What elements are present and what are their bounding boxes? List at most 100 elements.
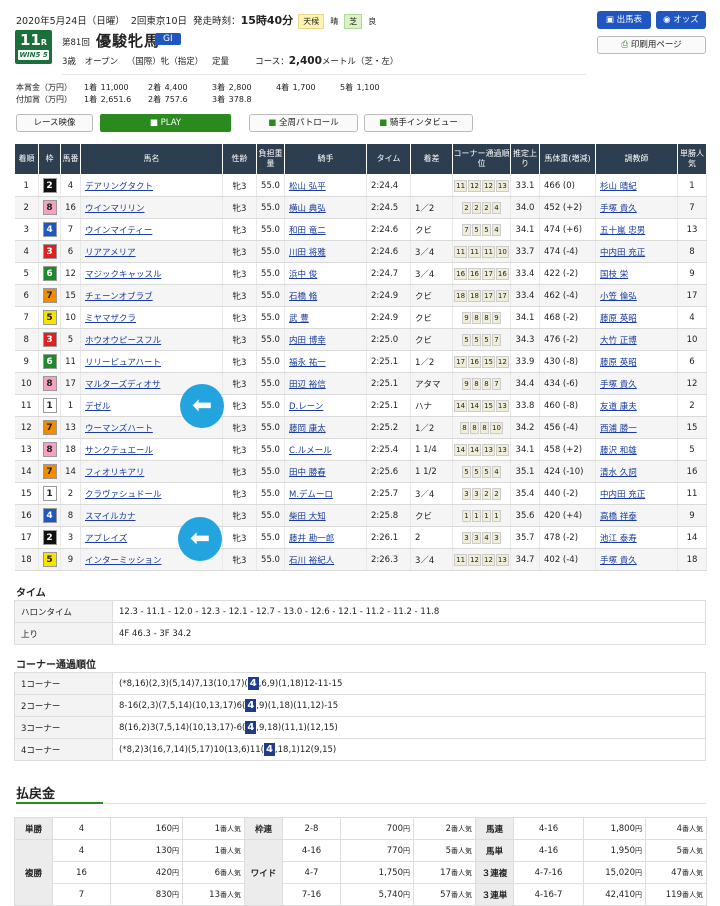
jockey-link[interactable]: 石川 裕紀人 <box>289 556 334 566</box>
odds-button[interactable]: ◉ オッズ <box>656 11 706 29</box>
trainer-link[interactable]: 五十嵐 忠男 <box>600 226 645 236</box>
jockey-link[interactable]: 川田 将雅 <box>289 248 326 258</box>
trainer-link[interactable]: 藤原 英昭 <box>600 314 637 324</box>
horse-name-link[interactable]: チェーンオブラブ <box>85 292 153 302</box>
body-weight: 424 (-10) <box>539 460 596 483</box>
corner-position: 8 <box>482 377 491 390</box>
waku-cell: 8 <box>38 372 61 395</box>
horse-name-link[interactable]: フィオリキアリ <box>85 468 144 478</box>
corner-position: 9 <box>492 311 501 324</box>
trainer-link[interactable]: 高橋 祥泰 <box>600 512 637 522</box>
trainer-link[interactable]: 杉山 晴紀 <box>600 182 637 192</box>
trainer-link[interactable]: 手塚 貴久 <box>600 204 637 214</box>
jockey-link[interactable]: 田辺 裕信 <box>289 380 326 390</box>
finish-time: 2:25.1 <box>366 350 411 373</box>
sex-age: 牝3 <box>222 218 257 241</box>
trainer-link[interactable]: 西浦 勝一 <box>600 424 637 434</box>
trainer-link[interactable]: 友道 康夫 <box>600 402 637 412</box>
jockey-link[interactable]: 福永 祐一 <box>289 358 326 368</box>
jockey-interview-button[interactable]: ■ 騎手インタビュー <box>364 114 473 132</box>
corner-position: 8 <box>470 421 480 434</box>
sex-age: 牝3 <box>222 394 257 417</box>
corner-position: 2 <box>482 201 491 214</box>
horse-name-link[interactable]: インターミッション <box>85 556 162 566</box>
print-page-button[interactable]: ⎙ 印刷用ページ <box>597 36 706 54</box>
jockey-link[interactable]: 藤井 勘一郎 <box>289 534 334 544</box>
corner-position: 9 <box>462 377 471 390</box>
play-button[interactable]: ■ PLAY <box>100 114 231 132</box>
waku-cell: 6 <box>38 350 61 373</box>
win5-label: WIN5 <box>19 51 41 59</box>
horse-name-link[interactable]: デゼル <box>85 402 111 412</box>
results-table: 着順枠馬番 馬名 性齢 負担重量 騎手 タイム 着差 コーナー通過順位 推定上り 馬体重(増減) 調… <box>14 143 707 571</box>
horse-name-link[interactable]: リアアメリア <box>85 248 136 258</box>
margin: クビ <box>410 504 453 527</box>
jockey-link[interactable]: 横山 典弘 <box>289 204 326 214</box>
jockey-link[interactable]: 石橋 脩 <box>289 292 317 302</box>
trainer-cell: 藤原 英昭 <box>595 350 678 373</box>
grade-badge: GI <box>155 33 181 45</box>
jockey-link[interactable]: 浜中 俊 <box>289 270 317 280</box>
margin: 1 1/4 <box>410 438 453 461</box>
jockey-link[interactable]: 松山 弘平 <box>289 182 326 192</box>
horse-name-link[interactable]: リリーピュアハート <box>85 358 161 368</box>
trainer-link[interactable]: 中内田 充正 <box>600 490 645 500</box>
jockey-link[interactable]: M.デムーロ <box>289 490 333 500</box>
trainer-link[interactable]: 国枝 栄 <box>600 270 628 280</box>
jockey-link[interactable]: 柴田 大知 <box>289 512 326 522</box>
horse-name-link[interactable]: ウインマリリン <box>85 204 145 214</box>
horse-name-link[interactable]: スマイルカナ <box>85 512 136 522</box>
race-number-badge: 11R WIN5 5 <box>15 30 52 64</box>
trainer-link[interactable]: 藤沢 和雄 <box>600 446 637 456</box>
waku-badge: 1 <box>42 398 57 413</box>
horse-name-link[interactable]: アブレイズ <box>85 534 127 544</box>
finish-position: 9 <box>14 350 39 373</box>
jockey-link[interactable]: 藤岡 康太 <box>289 424 326 434</box>
weight-carried: 55.0 <box>256 328 285 351</box>
horse-name-link[interactable]: クラヴァシュドール <box>85 490 162 500</box>
pop-suffix: 番人気 <box>682 868 703 877</box>
trainer-link[interactable]: 小笠 倫弘 <box>600 292 637 302</box>
trainer-link[interactable]: 池江 泰寿 <box>600 534 637 544</box>
race-card-button[interactable]: ▣ 出馬表 <box>597 11 651 29</box>
horse-name-link[interactable]: デアリングタクト <box>85 182 153 192</box>
trainer-link[interactable]: 藤原 英昭 <box>600 358 637 368</box>
prize-place: 3着 <box>212 95 226 104</box>
corner-position: 2 <box>462 201 471 214</box>
trainer-link[interactable]: 手塚 貴久 <box>600 380 637 390</box>
sex-age: 牝3 <box>222 548 257 571</box>
win5-logo: WIN5 5 <box>18 50 49 60</box>
horse-name-link[interactable]: サンクテュエール <box>85 446 153 456</box>
horse-name-link[interactable]: ウインマイティー <box>85 226 152 236</box>
popularity: 12 <box>677 372 707 395</box>
jockey-link[interactable]: 田中 勝春 <box>289 468 326 478</box>
corner-positions: 14 14 13 13 <box>452 438 511 461</box>
jockey-link[interactable]: C.ルメール <box>289 446 332 456</box>
race-video-button[interactable]: レース映像 <box>16 114 93 132</box>
finish-position: 11 <box>14 394 39 417</box>
trainer-link[interactable]: 手塚 貴久 <box>600 556 637 566</box>
prize-item: 4着 1,700 <box>276 82 340 93</box>
corner-label: 1コーナー <box>14 672 113 695</box>
popularity: 15 <box>677 416 707 439</box>
last-3f: 34.4 <box>510 372 540 395</box>
horse-name-link[interactable]: マルターズディオサ <box>85 380 160 390</box>
horse-name-link[interactable]: マジックキャッスル <box>85 270 162 280</box>
body-weight: 402 (-4) <box>539 548 596 571</box>
patrol-video-button[interactable]: ■ 全周パトロール <box>249 114 358 132</box>
horse-name-link[interactable]: ウーマンズハート <box>85 424 153 434</box>
trainer-link[interactable]: 大竹 正博 <box>600 336 637 346</box>
horse-name-link[interactable]: ホウオウピースフル <box>85 336 161 346</box>
horse-name-link[interactable]: ミヤマザクラ <box>85 314 136 324</box>
wakuren-label: 枠連 <box>244 817 283 840</box>
jockey-link[interactable]: 内田 博幸 <box>289 336 326 346</box>
jockey-cell: 和田 竜二 <box>284 218 367 241</box>
video-icon: ■ <box>149 118 158 128</box>
jockey-link[interactable]: 武 豊 <box>289 314 309 324</box>
trainer-link[interactable]: 清水 久詞 <box>600 468 637 478</box>
trainer-link[interactable]: 中内田 充正 <box>600 248 645 258</box>
horse-number: 1 <box>60 394 81 417</box>
jockey-link[interactable]: D.レーン <box>289 402 323 412</box>
waku-badge: 6 <box>42 266 57 281</box>
jockey-link[interactable]: 和田 竜二 <box>289 226 326 236</box>
